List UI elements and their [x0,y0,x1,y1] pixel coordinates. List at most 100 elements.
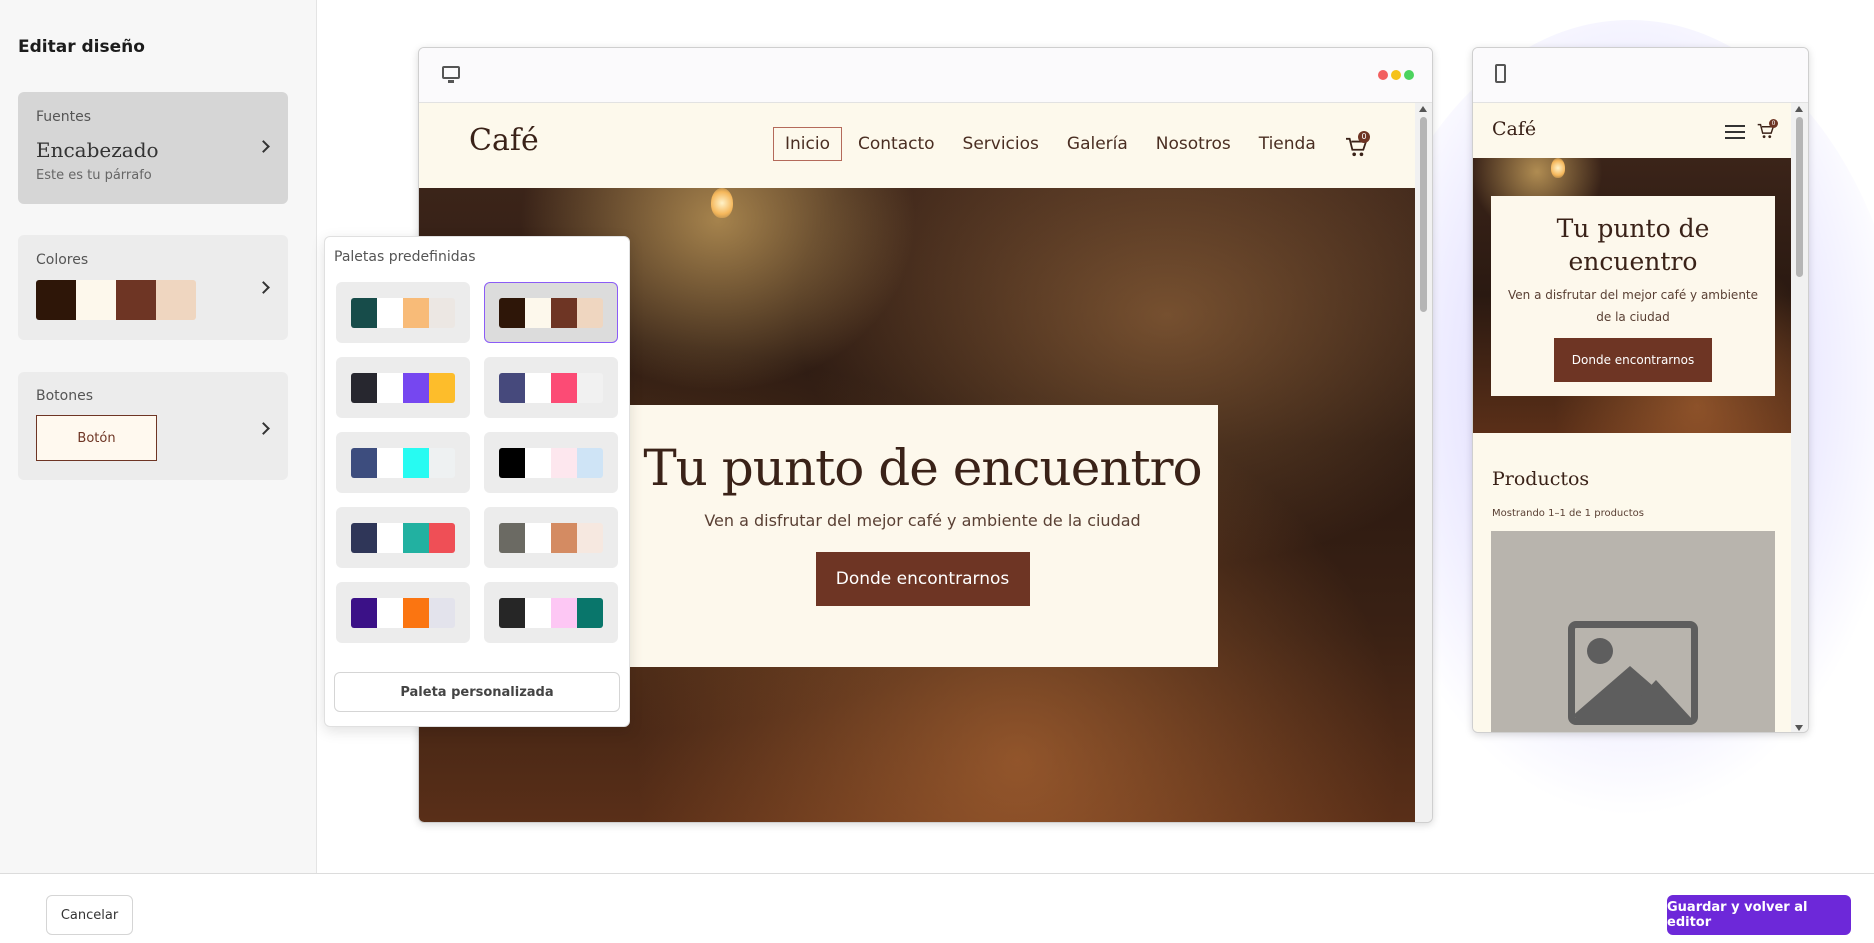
palette-option[interactable] [336,582,470,643]
product-image-placeholder[interactable] [1491,531,1775,732]
sidebar-title: Editar diseño [18,37,145,57]
hero-cta-button[interactable]: Donde encontrarnos [815,552,1030,606]
cart-count-badge: 0 [1358,131,1370,143]
mobile-site: Café 0 Tu punto de encuentro Ven a disfr… [1473,103,1793,732]
desktop-scrollbar[interactable] [1415,103,1432,822]
palette-color-swatch [429,297,455,328]
paragraph-font-sample: Este es tu párrafo [36,168,152,183]
mobile-scrollbar[interactable] [1791,103,1808,732]
palette-color-swatch [377,597,403,628]
color-swatch [36,280,76,320]
colors-label: Colores [36,252,89,268]
image-sun-shape [1587,638,1613,664]
palette-grid [336,282,621,658]
custom-palette-button[interactable]: Paleta personalizada [334,672,620,712]
colors-card[interactable]: Colores [18,235,288,340]
palette-option[interactable] [484,507,618,568]
button-style-sample: Botón [36,415,157,461]
palette-color-swatch [403,447,429,478]
palette-swatches [499,297,603,328]
desktop-scroll-thumb[interactable] [1420,117,1427,312]
mobile-frame-bar [1473,48,1808,103]
nav-item-tienda[interactable]: Tienda [1247,127,1328,161]
mobile-hero-cta-button[interactable]: Donde encontrarnos [1554,338,1712,382]
palette-option[interactable] [484,357,618,418]
fonts-card[interactable]: Fuentes Encabezado Este es tu párrafo [18,92,288,204]
light-bulb [1551,158,1565,178]
palette-color-swatch [403,297,429,328]
palette-swatches [499,447,603,478]
palette-color-swatch [351,372,377,403]
palette-color-swatch [351,597,377,628]
palette-color-swatch [351,297,377,328]
palette-color-swatch [577,297,603,328]
window-dot-yellow [1391,70,1401,80]
image-placeholder-icon [1568,621,1698,725]
nav-item-contacto[interactable]: Contacto [846,127,947,161]
mobile-site-logo[interactable]: Café [1492,118,1536,140]
save-and-return-button[interactable]: Guardar y volver al editor [1667,895,1851,935]
hero-subtitle: Ven a disfrutar del mejor café y ambient… [704,511,1141,530]
palette-color-swatch [429,522,455,553]
nav-item-inicio[interactable]: Inicio [773,127,842,161]
image-mountain-shape [1621,680,1691,718]
light-bulb [711,188,733,218]
mobile-cart-count-badge: 0 [1769,119,1778,128]
palette-color-swatch [577,522,603,553]
nav-item-galeria[interactable]: Galería [1055,127,1140,161]
palette-swatches [351,597,455,628]
hamburger-menu-icon[interactable] [1725,125,1745,139]
palette-option[interactable] [336,357,470,418]
cancel-button[interactable]: Cancelar [46,895,133,935]
monitor-icon [442,66,460,83]
nav-item-nosotros[interactable]: Nosotros [1144,127,1243,161]
palette-color-swatch [577,597,603,628]
palette-swatches [351,297,455,328]
palette-color-swatch [499,522,525,553]
mobile-hero-title: Tu punto de encuentro [1556,214,1710,276]
hero-title: Tu punto de encuentro [643,439,1202,497]
palette-color-swatch [377,297,403,328]
palette-color-swatch [403,522,429,553]
palette-color-swatch [429,372,455,403]
site-logo[interactable]: Café [469,123,539,158]
palette-option[interactable] [336,282,470,343]
design-sidebar: Editar diseño Fuentes Encabezado Este es… [0,0,317,873]
palette-color-swatch [429,447,455,478]
buttons-card[interactable]: Botones Botón [18,372,288,480]
palette-color-swatch [551,447,577,478]
palette-color-swatch [551,597,577,628]
desktop-frame-bar [419,48,1432,103]
nav-item-servicios[interactable]: Servicios [951,127,1051,161]
footer-bar: Cancelar Guardar y volver al editor [0,873,1874,943]
palette-option[interactable] [336,507,470,568]
palette-swatches [351,522,455,553]
palette-option[interactable] [484,282,618,343]
palette-color-swatch [377,372,403,403]
color-swatch [156,280,196,320]
palette-swatches [499,372,603,403]
fonts-label: Fuentes [36,109,92,125]
palette-option[interactable] [484,582,618,643]
palette-color-swatch [577,447,603,478]
scroll-up-arrow-icon[interactable] [1795,106,1803,112]
palette-color-swatch [429,597,455,628]
palette-swatches [351,372,455,403]
mobile-hero-subtitle: Ven a disfrutar del mejor café y ambient… [1507,288,1759,324]
palette-color-swatch [351,447,377,478]
products-title: Productos [1492,468,1590,490]
palette-swatches [499,597,603,628]
scroll-down-arrow-icon[interactable] [1795,725,1803,731]
palette-color-swatch [403,372,429,403]
scroll-up-arrow-icon[interactable] [1419,106,1427,112]
palette-color-swatch [499,372,525,403]
palette-option[interactable] [336,432,470,493]
color-swatch [76,280,116,320]
palette-color-swatch [351,522,377,553]
hero-box: Tu punto de encuentro Ven a disfrutar de… [627,405,1218,667]
mobile-scroll-thumb[interactable] [1796,117,1803,277]
buttons-label: Botones [36,388,94,404]
palette-color-swatch [551,372,577,403]
products-count: Mostrando 1–1 de 1 productos [1492,508,1645,519]
palette-option[interactable] [484,432,618,493]
